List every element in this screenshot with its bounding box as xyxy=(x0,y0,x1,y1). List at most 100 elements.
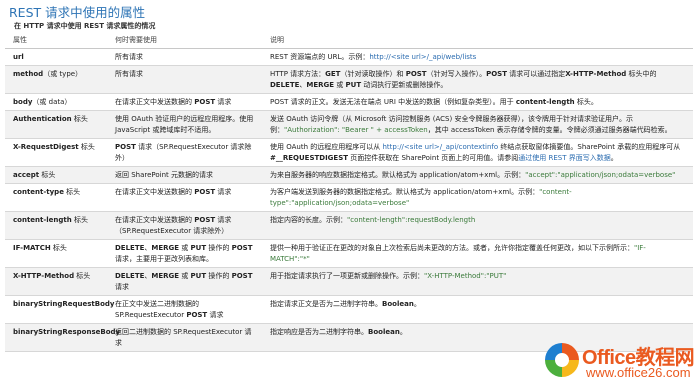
text-segment: 请求 xyxy=(215,98,232,106)
text-segment: 指定响应是否为二进制字符串。 xyxy=(270,328,368,336)
description-cell: 使用 OAuth 的远程应用程序可以从 http://<site url>/_a… xyxy=(262,138,693,167)
text-segment: 在请求正文中发送数据的 xyxy=(115,216,195,224)
text-segment: 为客户端发送到服务器的数据指定格式。默认格式为 application/atom… xyxy=(270,188,540,196)
property-name: content-type xyxy=(13,188,64,196)
text-segment: GET xyxy=(325,70,341,78)
property-name-cell: method（或 type） xyxy=(5,65,107,94)
text-segment: PUT xyxy=(190,244,207,252)
text-segment: POST xyxy=(194,98,216,106)
text-segment: 返回二进制数据的 SP.RequestExecutor 请求 xyxy=(115,328,252,347)
watermark-logo: Office教程网 www.office26.com xyxy=(542,340,695,382)
table-header-row: 属性 何时需要使用 说明 xyxy=(5,33,693,49)
text-segment: 使用 OAuth 验证用户的远程应用程序。使用 JavaScript 或跨域库时… xyxy=(115,115,254,134)
text-segment: 。 xyxy=(610,154,618,162)
description-cell: 发送 OAuth 访问令牌（从 Microsoft 访问控制服务 (ACS) 安… xyxy=(262,110,693,139)
when-required-cell: 在请求正文中发送数据的 POST 请求（SP.RequestExecutor 请… xyxy=(107,211,262,240)
text-segment: 返回 SharePoint 元数据的请求 xyxy=(115,171,214,179)
table-row: url 所有请求 REST 资源端点的 URL。示例：http://<site ur… xyxy=(5,48,693,66)
table-row: X-HTTP-Method 标头 DELETE、MERGE 或 PUT 操作的 P… xyxy=(5,267,693,296)
property-name: content-length xyxy=(13,216,72,224)
text-segment: 指定内容的长度。示例： xyxy=(270,216,347,224)
when-required-cell: 在请求正文中发送数据的 POST 请求 xyxy=(107,93,262,111)
table-row: accept 标头 返回 SharePoint 元数据的请求 为来自服务器的响应数据… xyxy=(5,166,693,184)
text-segment: Boolean xyxy=(368,328,400,336)
page-subtitle: 在 HTTP 请求中使用 REST 请求属性的情况 xyxy=(14,22,156,30)
code-example: "X-HTTP-Method":"PUT" xyxy=(424,272,507,280)
text-segment: POST xyxy=(186,311,208,319)
text-segment: 。 xyxy=(399,328,407,336)
text-segment: 终结点获取窗体摘要值。SharePoint 承载的应用程序可从 xyxy=(498,143,681,151)
text-segment: 操作的 xyxy=(206,244,232,252)
property-name: binaryStringResponseBody xyxy=(13,328,121,336)
text-segment: 请求（SP.RequestExecutor 请求除外） xyxy=(115,143,252,162)
property-name-cell: Authentication 标头 xyxy=(5,110,107,139)
property-name: X-HTTP-Method xyxy=(13,272,75,280)
inline-link[interactable]: http://<site url>/_api/contextinfo xyxy=(382,143,498,151)
property-name: accept xyxy=(13,171,40,179)
table-body: url 所有请求 REST 资源端点的 URL。示例：http://<site ur… xyxy=(5,48,693,352)
property-qualifier: 标头 xyxy=(50,244,67,252)
property-name: Authentication xyxy=(13,115,72,123)
property-name-cell: accept 标头 xyxy=(5,166,107,184)
property-name-cell: IF-MATCH 标头 xyxy=(5,239,107,268)
text-segment: 指定请求正文是否为二进制字符串。 xyxy=(270,300,382,308)
office-logo-icon xyxy=(545,343,579,377)
property-name: IF-MATCH xyxy=(13,244,51,252)
text-segment: DELETE xyxy=(270,81,300,89)
text-segment: 提供一种用于验证正在更改的对象自上次检索后尚未更改的方法。或者，允许你指定覆盖任… xyxy=(270,244,634,252)
text-segment: POST xyxy=(231,272,253,280)
text-segment: 在请求正文中发送数据的 xyxy=(115,188,195,196)
text-segment: Boolean xyxy=(382,300,414,308)
column-header-description: 说明 xyxy=(262,33,693,49)
table-row: content-type 标头 在请求正文中发送数据的 POST 请求 为客户端发送… xyxy=(5,183,693,212)
property-name: X-RequestDigest xyxy=(13,143,79,151)
property-name: body xyxy=(13,98,33,106)
property-qualifier: 标头 xyxy=(39,171,56,179)
when-required-cell: 返回 SharePoint 元数据的请求 xyxy=(107,166,262,184)
text-segment: ，其中 accessToken 表示存储令牌的变量。令牌必须通过服务器端代码检索… xyxy=(427,126,672,134)
description-cell: 用于指定请求执行了一项更新或删除操作。示例："X-HTTP-Method":"P… xyxy=(262,267,693,296)
text-segment: POST xyxy=(486,70,507,78)
property-qualifier: （或 type） xyxy=(43,70,83,78)
when-required-cell: DELETE、MERGE 或 PUT 操作的 POST 请求 xyxy=(107,267,262,296)
text-segment: 使用 OAuth 的远程应用程序可以从 xyxy=(270,143,383,151)
text-segment: 动词执行更新或删除操作。 xyxy=(361,81,448,89)
text-segment: 或 xyxy=(179,244,191,252)
text-segment: POST xyxy=(231,244,253,252)
text-segment: 为来自服务器的响应数据指定格式。默认格式为 application/atom+x… xyxy=(270,171,526,179)
text-segment: 所有请求 xyxy=(115,70,143,78)
text-segment: 在请求正文中发送数据的 xyxy=(115,98,195,106)
text-segment: 用于指定请求执行了一项更新或删除操作。示例： xyxy=(270,272,424,280)
table-row: X-RequestDigest 标头 POST 请求（SP.RequestExec… xyxy=(5,138,693,167)
inline-link[interactable]: http://<site url>/_api/web/lists xyxy=(369,53,476,61)
description-cell: 为来自服务器的响应数据指定格式。默认格式为 application/atom+x… xyxy=(262,166,693,184)
property-name-cell: url xyxy=(5,48,107,66)
text-segment: 页面控件获取在 SharePoint 页面上的可用值。请参阅 xyxy=(348,154,519,162)
description-cell: HTTP 请求方法：GET（针对读取操作）和 POST（针对写入操作）。POST… xyxy=(262,65,693,94)
property-name-cell: binaryStringRequestBody xyxy=(5,295,114,324)
code-example: "accept":"application/json;odata=verbose… xyxy=(525,171,676,179)
when-required-cell: POST 请求（SP.RequestExecutor 请求除外） xyxy=(107,138,262,167)
text-segment: HTTP 请求方法： xyxy=(270,70,326,78)
table-row: binaryStringRequestBody 在正文中发送二进制数据的 SP.R… xyxy=(5,295,693,324)
property-name: url xyxy=(13,53,24,61)
text-segment: 操作的 xyxy=(206,272,232,280)
text-segment: PUT xyxy=(190,272,207,280)
column-header-when: 何时需要使用 xyxy=(107,33,262,49)
description-cell: 指定请求正文是否为二进制字符串。Boolean。 xyxy=(262,295,693,324)
text-segment: POST xyxy=(405,70,427,78)
table-row: IF-MATCH 标头 DELETE、MERGE 或 PUT 操作的 POST 请… xyxy=(5,239,693,268)
property-qualifier: （或 data） xyxy=(32,98,72,106)
property-qualifier: 标头 xyxy=(71,216,88,224)
inline-link[interactable]: 通过使用 REST 界面写入数据 xyxy=(518,154,610,162)
text-segment: 或 xyxy=(334,81,346,89)
property-qualifier: 标头 xyxy=(71,115,88,123)
text-segment: POST xyxy=(194,216,216,224)
watermark-url: www.office26.com xyxy=(586,365,691,380)
property-name-cell: X-RequestDigest 标头 xyxy=(5,138,107,167)
text-segment: POST 请求的正文。发送无法在端点 URI 中发送的数据（例如复杂类型）。用于 xyxy=(270,98,516,106)
when-required-cell: 使用 OAuth 验证用户的远程应用程序。使用 JavaScript 或跨域库时… xyxy=(107,110,262,139)
when-required-cell: 所有请求 xyxy=(107,48,262,66)
property-qualifier: 标头 xyxy=(78,143,95,151)
text-segment: #__REQUESTDIGEST xyxy=(270,154,349,162)
